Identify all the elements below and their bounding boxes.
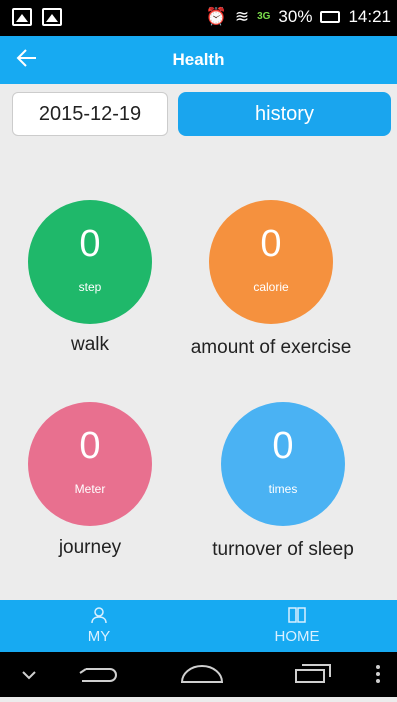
battery-icon [320, 11, 341, 23]
chevron-down-icon[interactable] [14, 652, 44, 697]
tab-home-label: HOME [274, 628, 320, 645]
sleep-circle: 0 times [221, 402, 345, 526]
walk-circle: 0 step [28, 200, 152, 324]
home-icon[interactable] [172, 652, 232, 697]
book-icon [198, 606, 396, 624]
image-icon [42, 8, 62, 26]
tab-home[interactable]: HOME [198, 600, 396, 652]
sleep-unit: times [268, 482, 298, 496]
alarm-icon: ⏰ [205, 7, 227, 26]
recent-apps-icon[interactable] [288, 652, 338, 697]
battery-percent: 30% [278, 7, 313, 26]
back-icon[interactable] [72, 652, 128, 697]
history-button[interactable]: history [178, 92, 391, 136]
person-icon [0, 606, 198, 624]
walk-label: walk [70, 334, 109, 355]
tab-my-label: MY [87, 628, 111, 645]
page-title: Health [172, 50, 225, 69]
app-bar: Health [0, 36, 397, 84]
bottom-tab-bar: MY HOME [0, 600, 397, 652]
overflow-menu-icon[interactable] [368, 652, 388, 697]
clock: 14:21 [348, 7, 391, 26]
journey-unit: Meter [74, 482, 106, 496]
tab-my[interactable]: MY [0, 600, 198, 652]
exercise-value: 0 [260, 223, 282, 265]
journey-circle: 0 Meter [28, 402, 152, 526]
system-nav-bar [0, 652, 397, 697]
exercise-circle: 0 calorie [209, 200, 333, 324]
journey-label: journey [58, 537, 122, 558]
journey-value: 0 [79, 425, 101, 467]
walk-unit: step [78, 280, 102, 294]
notification-icon [12, 8, 32, 26]
status-bar: ⏰ ≋ 3G 30% 14:21 [0, 0, 397, 36]
exercise-unit: calorie [253, 280, 289, 294]
date-field[interactable]: 2015-12-19 [12, 92, 168, 136]
sleep-value: 0 [272, 425, 294, 467]
network-indicator: 3G [257, 11, 271, 22]
sleep-label: turnover of sleep [212, 539, 354, 560]
wifi-icon: ≋ [234, 7, 250, 26]
walk-value: 0 [79, 223, 101, 265]
exercise-label: amount of exercise [190, 337, 352, 358]
